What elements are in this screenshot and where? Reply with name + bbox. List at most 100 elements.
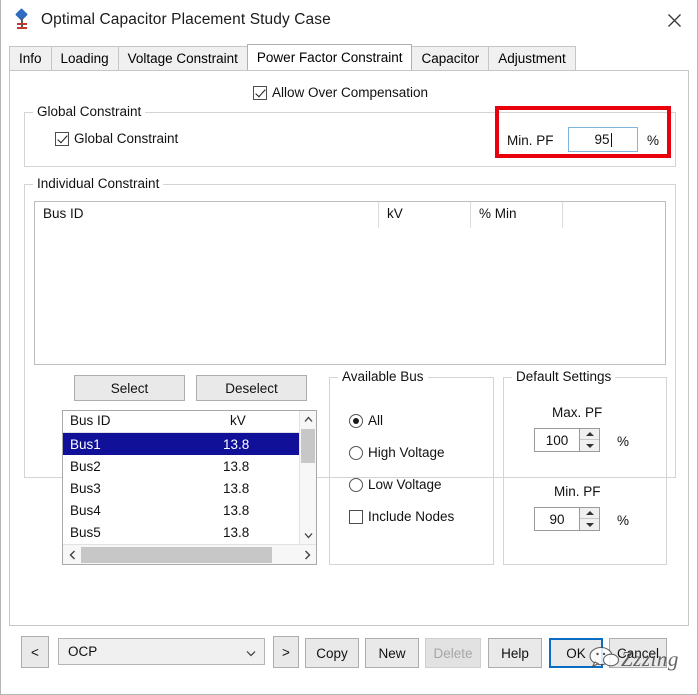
radio-icon xyxy=(349,478,363,492)
checkbox-icon xyxy=(349,510,363,524)
default-settings-legend: Default Settings xyxy=(512,369,615,384)
global-min-pf-label: Min. PF xyxy=(507,133,554,148)
dialog-window: Optimal Capacitor Placement Study Case I… xyxy=(0,0,698,695)
min-pf-increment-icon[interactable] xyxy=(580,508,599,519)
window-title: Optimal Capacitor Placement Study Case xyxy=(41,11,331,29)
scroll-right-icon[interactable] xyxy=(298,545,316,565)
list-item[interactable]: Bus4 13.8 xyxy=(63,499,316,521)
min-pf-spinner[interactable]: 90 xyxy=(534,507,600,531)
column-header-pct-min[interactable]: % Min xyxy=(471,202,563,228)
kv-cell: 13.8 xyxy=(223,503,249,518)
column-header-blank[interactable] xyxy=(563,202,665,228)
max-pf-spinner[interactable]: 100 xyxy=(534,428,600,452)
scroll-up-icon[interactable] xyxy=(300,411,316,428)
kv-cell: 13.8 xyxy=(223,459,249,474)
bus-list-header: Bus ID kV xyxy=(63,411,316,433)
kv-cell: 13.8 xyxy=(223,481,249,496)
close-icon[interactable] xyxy=(651,0,697,40)
available-bus-group: Available Bus All High Voltage Low Volta… xyxy=(329,377,494,565)
kv-cell: 13.8 xyxy=(223,437,249,452)
delete-button: Delete xyxy=(425,638,481,668)
scrollbar-thumb[interactable] xyxy=(81,547,272,563)
global-constraint-checkbox-label: Global Constraint xyxy=(74,131,178,146)
include-nodes-checkbox[interactable]: Include Nodes xyxy=(349,509,454,524)
radio-label: Low Voltage xyxy=(368,477,442,492)
help-button[interactable]: Help xyxy=(488,638,542,668)
study-case-dropdown[interactable]: OCP xyxy=(58,638,265,665)
wechat-bubble-icon xyxy=(589,645,619,674)
scroll-down-icon[interactable] xyxy=(300,527,316,544)
tab-adjustment[interactable]: Adjustment xyxy=(488,46,576,70)
scroll-left-icon[interactable] xyxy=(63,545,81,565)
global-min-pf-unit: % xyxy=(647,133,659,148)
list-item[interactable]: Bus2 13.8 xyxy=(63,455,316,477)
deselect-button[interactable]: Deselect xyxy=(196,375,307,401)
new-button[interactable]: New xyxy=(365,638,419,668)
next-study-case-button[interactable]: > xyxy=(273,636,299,668)
bus-list-horizontal-scrollbar[interactable] xyxy=(63,544,316,564)
scrollbar-thumb[interactable] xyxy=(301,429,315,463)
min-pf-value[interactable]: 90 xyxy=(535,508,579,530)
bus-list-column-bus-id[interactable]: Bus ID xyxy=(63,411,223,432)
allow-over-compensation-checkbox[interactable]: Allow Over Compensation xyxy=(253,85,428,100)
list-item[interactable]: Bus3 13.8 xyxy=(63,477,316,499)
select-button[interactable]: Select xyxy=(74,375,185,401)
radio-icon xyxy=(349,446,363,460)
min-pf-unit: % xyxy=(617,513,629,528)
radio-icon xyxy=(349,414,363,428)
global-constraint-checkbox[interactable]: Global Constraint xyxy=(55,131,178,146)
radio-label: All xyxy=(368,413,383,428)
tab-bar: Info Loading Voltage Constraint Power Fa… xyxy=(9,44,697,70)
chevron-down-icon xyxy=(246,644,256,659)
global-constraint-legend: Global Constraint xyxy=(33,104,145,119)
include-nodes-label: Include Nodes xyxy=(368,509,454,524)
global-min-pf-input[interactable]: 95 xyxy=(568,127,638,152)
bus-id-cell: Bus3 xyxy=(63,481,223,496)
tab-voltage-constraint[interactable]: Voltage Constraint xyxy=(118,46,248,70)
max-pf-increment-icon[interactable] xyxy=(580,429,599,440)
tab-loading[interactable]: Loading xyxy=(51,46,119,70)
list-item[interactable]: Bus5 13.8 xyxy=(63,521,316,543)
watermark-text: Zzzing xyxy=(621,647,679,672)
kv-cell: 13.8 xyxy=(223,525,249,540)
min-pf-decrement-icon[interactable] xyxy=(580,519,599,530)
max-pf-label: Max. PF xyxy=(552,405,602,420)
allow-over-compensation-label: Allow Over Compensation xyxy=(272,85,428,100)
checkmark-icon xyxy=(253,86,267,100)
previous-study-case-button[interactable]: < xyxy=(21,636,49,668)
individual-constraint-legend: Individual Constraint xyxy=(33,176,163,191)
radio-available-bus-all[interactable]: All xyxy=(349,413,383,428)
tab-capacitor[interactable]: Capacitor xyxy=(411,46,489,70)
individual-constraint-group: Individual Constraint Bus ID kV % Min Se… xyxy=(24,184,676,478)
radio-available-bus-low-voltage[interactable]: Low Voltage xyxy=(349,477,442,492)
bus-list[interactable]: Bus ID kV Bus1 13.8 Bus2 13.8 Bus3 13.8 … xyxy=(62,410,317,565)
individual-constraint-table[interactable]: Bus ID kV % Min xyxy=(34,201,666,365)
bus-id-cell: Bus1 xyxy=(63,437,223,452)
copy-button[interactable]: Copy xyxy=(305,638,359,668)
bus-list-column-kv[interactable]: kV xyxy=(223,411,246,432)
table-header-row: Bus ID kV % Min xyxy=(35,202,665,228)
max-pf-value[interactable]: 100 xyxy=(535,429,579,451)
text-caret xyxy=(611,133,612,147)
max-pf-decrement-icon[interactable] xyxy=(580,440,599,451)
bus-id-cell: Bus4 xyxy=(63,503,223,518)
radio-label: High Voltage xyxy=(368,445,445,460)
tab-power-factor-constraint[interactable]: Power Factor Constraint xyxy=(247,44,413,70)
scrollbar-track[interactable] xyxy=(81,545,298,565)
bus-list-vertical-scrollbar[interactable] xyxy=(299,411,316,544)
watermark: Zzzing xyxy=(589,645,679,674)
tab-page-power-factor-constraint: Allow Over Compensation Global Constrain… xyxy=(9,70,689,626)
bus-id-cell: Bus5 xyxy=(63,525,223,540)
column-header-kv[interactable]: kV xyxy=(379,202,471,228)
global-min-pf-value: 95 xyxy=(594,132,609,147)
column-header-bus-id[interactable]: Bus ID xyxy=(35,202,379,228)
title-bar: Optimal Capacitor Placement Study Case xyxy=(1,0,697,40)
max-pf-unit: % xyxy=(617,434,629,449)
default-settings-group: Default Settings Max. PF 100 % Min. PF 9… xyxy=(503,377,667,565)
checkmark-icon xyxy=(55,132,69,146)
list-item[interactable]: Bus1 13.8 xyxy=(63,433,316,455)
radio-available-bus-high-voltage[interactable]: High Voltage xyxy=(349,445,445,460)
available-bus-legend: Available Bus xyxy=(338,369,428,384)
study-case-value: OCP xyxy=(68,644,97,659)
tab-info[interactable]: Info xyxy=(9,46,52,70)
